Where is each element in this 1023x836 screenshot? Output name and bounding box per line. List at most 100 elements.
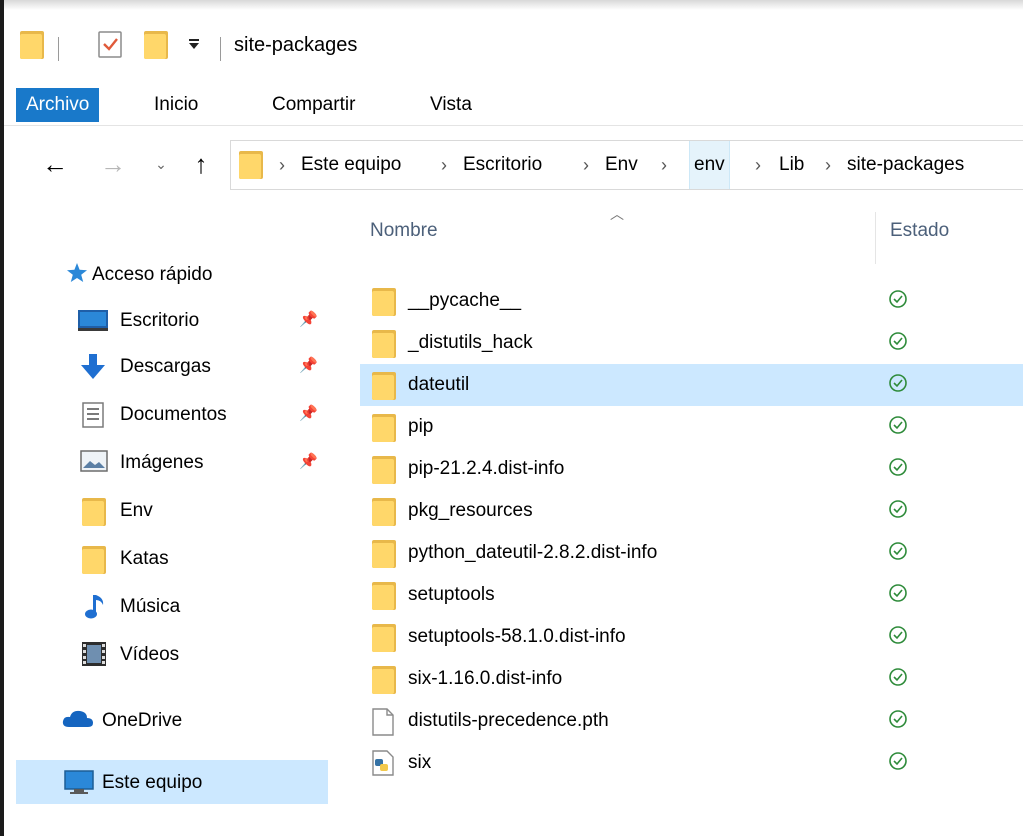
breadcrumb-chevron-icon[interactable]: › bbox=[441, 141, 447, 189]
nav-item-descargas[interactable]: Descargas 📌 bbox=[4, 344, 324, 388]
address-bar[interactable]: › Este equipo › Escritorio › Env › env ›… bbox=[230, 140, 1023, 190]
new-folder-icon[interactable] bbox=[144, 31, 170, 65]
up-arrow-icon[interactable]: ↑ bbox=[184, 146, 218, 182]
folder-icon bbox=[372, 414, 398, 442]
synced-check-icon bbox=[888, 415, 910, 437]
file-row[interactable]: setuptools-58.1.0.dist-info bbox=[360, 616, 1023, 658]
properties-checklist-icon[interactable] bbox=[98, 31, 124, 65]
file-name: pkg_resources bbox=[408, 500, 533, 521]
file-row[interactable]: pip-21.2.4.dist-info bbox=[360, 448, 1023, 490]
breadcrumb-chevron-icon[interactable]: › bbox=[825, 141, 831, 189]
computer-icon bbox=[64, 770, 94, 796]
file-row-selected[interactable]: dateutil bbox=[360, 364, 1023, 406]
synced-check-icon bbox=[888, 331, 910, 353]
breadcrumb-chevron-icon[interactable]: › bbox=[279, 141, 285, 189]
tab-vista[interactable]: Vista bbox=[420, 88, 482, 122]
file-row[interactable]: python_dateutil-2.8.2.dist-info bbox=[360, 532, 1023, 574]
column-header-name[interactable]: Nombre bbox=[370, 220, 438, 242]
breadcrumb-chevron-icon[interactable]: › bbox=[661, 141, 667, 189]
nav-item-documentos[interactable]: Documentos 📌 bbox=[4, 392, 324, 436]
pin-icon[interactable]: 📌 bbox=[299, 310, 318, 328]
back-arrow-icon[interactable]: ← bbox=[38, 146, 72, 182]
nav-onedrive-label: OneDrive bbox=[102, 710, 183, 731]
forward-arrow-icon[interactable]: → bbox=[96, 146, 130, 182]
file-name: dateutil bbox=[408, 374, 470, 395]
nav-item-videos[interactable]: Vídeos bbox=[4, 632, 324, 676]
nav-quick-access[interactable]: Acceso rápido bbox=[4, 252, 324, 296]
file-row[interactable]: six-1.16.0.dist-info bbox=[360, 658, 1023, 700]
file-name: _distutils_hack bbox=[408, 332, 533, 353]
nav-item-imagenes[interactable]: Imágenes 📌 bbox=[4, 440, 324, 484]
tab-inicio[interactable]: Inicio bbox=[144, 88, 208, 122]
folder-icon bbox=[239, 151, 265, 185]
title-bar: site-packages bbox=[4, 12, 1023, 74]
file-name: setuptools bbox=[408, 584, 495, 605]
breadcrumb-este-equipo[interactable]: Este equipo bbox=[297, 141, 405, 189]
folder-icon bbox=[372, 456, 398, 484]
toolbar-separator bbox=[220, 37, 221, 61]
nav-item-katas[interactable]: Katas bbox=[4, 536, 324, 580]
nav-onedrive[interactable]: OneDrive bbox=[4, 698, 324, 742]
nav-item-escritorio[interactable]: Escritorio 📌 bbox=[4, 298, 324, 342]
breadcrumb-chevron-icon[interactable]: › bbox=[755, 141, 761, 189]
file-row[interactable]: _distutils_hack bbox=[360, 322, 1023, 364]
blank-file-icon bbox=[372, 708, 398, 736]
nav-this-pc[interactable]: Este equipo bbox=[16, 760, 328, 804]
pin-icon[interactable]: 📌 bbox=[299, 404, 318, 422]
ribbon-tabs: Archivo Inicio Compartir Vista bbox=[4, 80, 1023, 126]
quick-access-dropdown-icon[interactable] bbox=[188, 37, 200, 53]
folder-icon bbox=[372, 288, 398, 316]
recent-locations-chevron-icon[interactable]: ⌄ bbox=[144, 146, 178, 182]
file-row[interactable]: distutils-precedence.pth bbox=[360, 700, 1023, 742]
folder-icon bbox=[372, 624, 398, 652]
file-row[interactable]: six bbox=[360, 742, 1023, 784]
pictures-icon bbox=[80, 450, 108, 476]
file-row[interactable]: setuptools bbox=[360, 574, 1023, 616]
breadcrumb-chevron-icon[interactable]: › bbox=[583, 141, 589, 189]
nav-item-label: Imágenes bbox=[120, 452, 204, 473]
folder-icon bbox=[82, 498, 108, 526]
breadcrumb-env-lower[interactable]: env bbox=[689, 141, 730, 189]
breadcrumb-site-packages[interactable]: site-packages bbox=[843, 141, 968, 189]
nav-item-label: Env bbox=[120, 500, 153, 521]
synced-check-icon bbox=[888, 751, 910, 773]
file-list: ︿ Nombre Estado __pycache__ _distutils_h… bbox=[344, 200, 1023, 836]
window-top-shadow bbox=[4, 0, 1023, 10]
breadcrumb-lib[interactable]: Lib bbox=[775, 141, 808, 189]
synced-check-icon bbox=[888, 667, 910, 689]
download-arrow-icon bbox=[80, 354, 106, 380]
nav-item-env[interactable]: Env bbox=[4, 488, 324, 532]
music-note-icon bbox=[84, 594, 110, 620]
folder-icon bbox=[372, 666, 398, 694]
desktop-icon bbox=[78, 308, 108, 334]
column-header-status[interactable]: Estado bbox=[890, 220, 949, 242]
file-row[interactable]: pip bbox=[360, 406, 1023, 448]
pin-icon[interactable]: 📌 bbox=[299, 356, 318, 374]
file-row[interactable]: pkg_resources bbox=[360, 490, 1023, 532]
nav-item-label: Katas bbox=[120, 548, 169, 569]
onedrive-cloud-icon bbox=[62, 708, 93, 734]
nav-quick-access-label: Acceso rápido bbox=[92, 264, 213, 285]
file-name: six-1.16.0.dist-info bbox=[408, 668, 563, 689]
navigation-bar: ← → ⌄ ↑ › Este equipo › Escritorio › Env… bbox=[4, 136, 1023, 194]
breadcrumb-escritorio[interactable]: Escritorio bbox=[459, 141, 546, 189]
folder-icon bbox=[372, 498, 398, 526]
python-file-icon bbox=[372, 750, 398, 778]
synced-check-icon bbox=[888, 625, 910, 647]
file-name: __pycache__ bbox=[408, 290, 522, 311]
tab-compartir[interactable]: Compartir bbox=[262, 88, 365, 122]
nav-item-musica[interactable]: Música bbox=[4, 584, 324, 628]
nav-item-label: Documentos bbox=[120, 404, 227, 425]
file-name: pip-21.2.4.dist-info bbox=[408, 458, 565, 479]
star-icon bbox=[66, 262, 92, 288]
document-icon bbox=[82, 402, 108, 428]
breadcrumb-env[interactable]: Env bbox=[601, 141, 642, 189]
file-name: six bbox=[408, 752, 432, 773]
synced-check-icon bbox=[888, 499, 910, 521]
tab-archivo[interactable]: Archivo bbox=[16, 88, 100, 122]
pin-icon[interactable]: 📌 bbox=[299, 452, 318, 470]
file-row[interactable]: __pycache__ bbox=[360, 280, 1023, 322]
column-separator[interactable] bbox=[875, 212, 876, 264]
sort-ascending-icon: ︿ bbox=[610, 206, 624, 222]
folder-icon bbox=[372, 372, 398, 400]
